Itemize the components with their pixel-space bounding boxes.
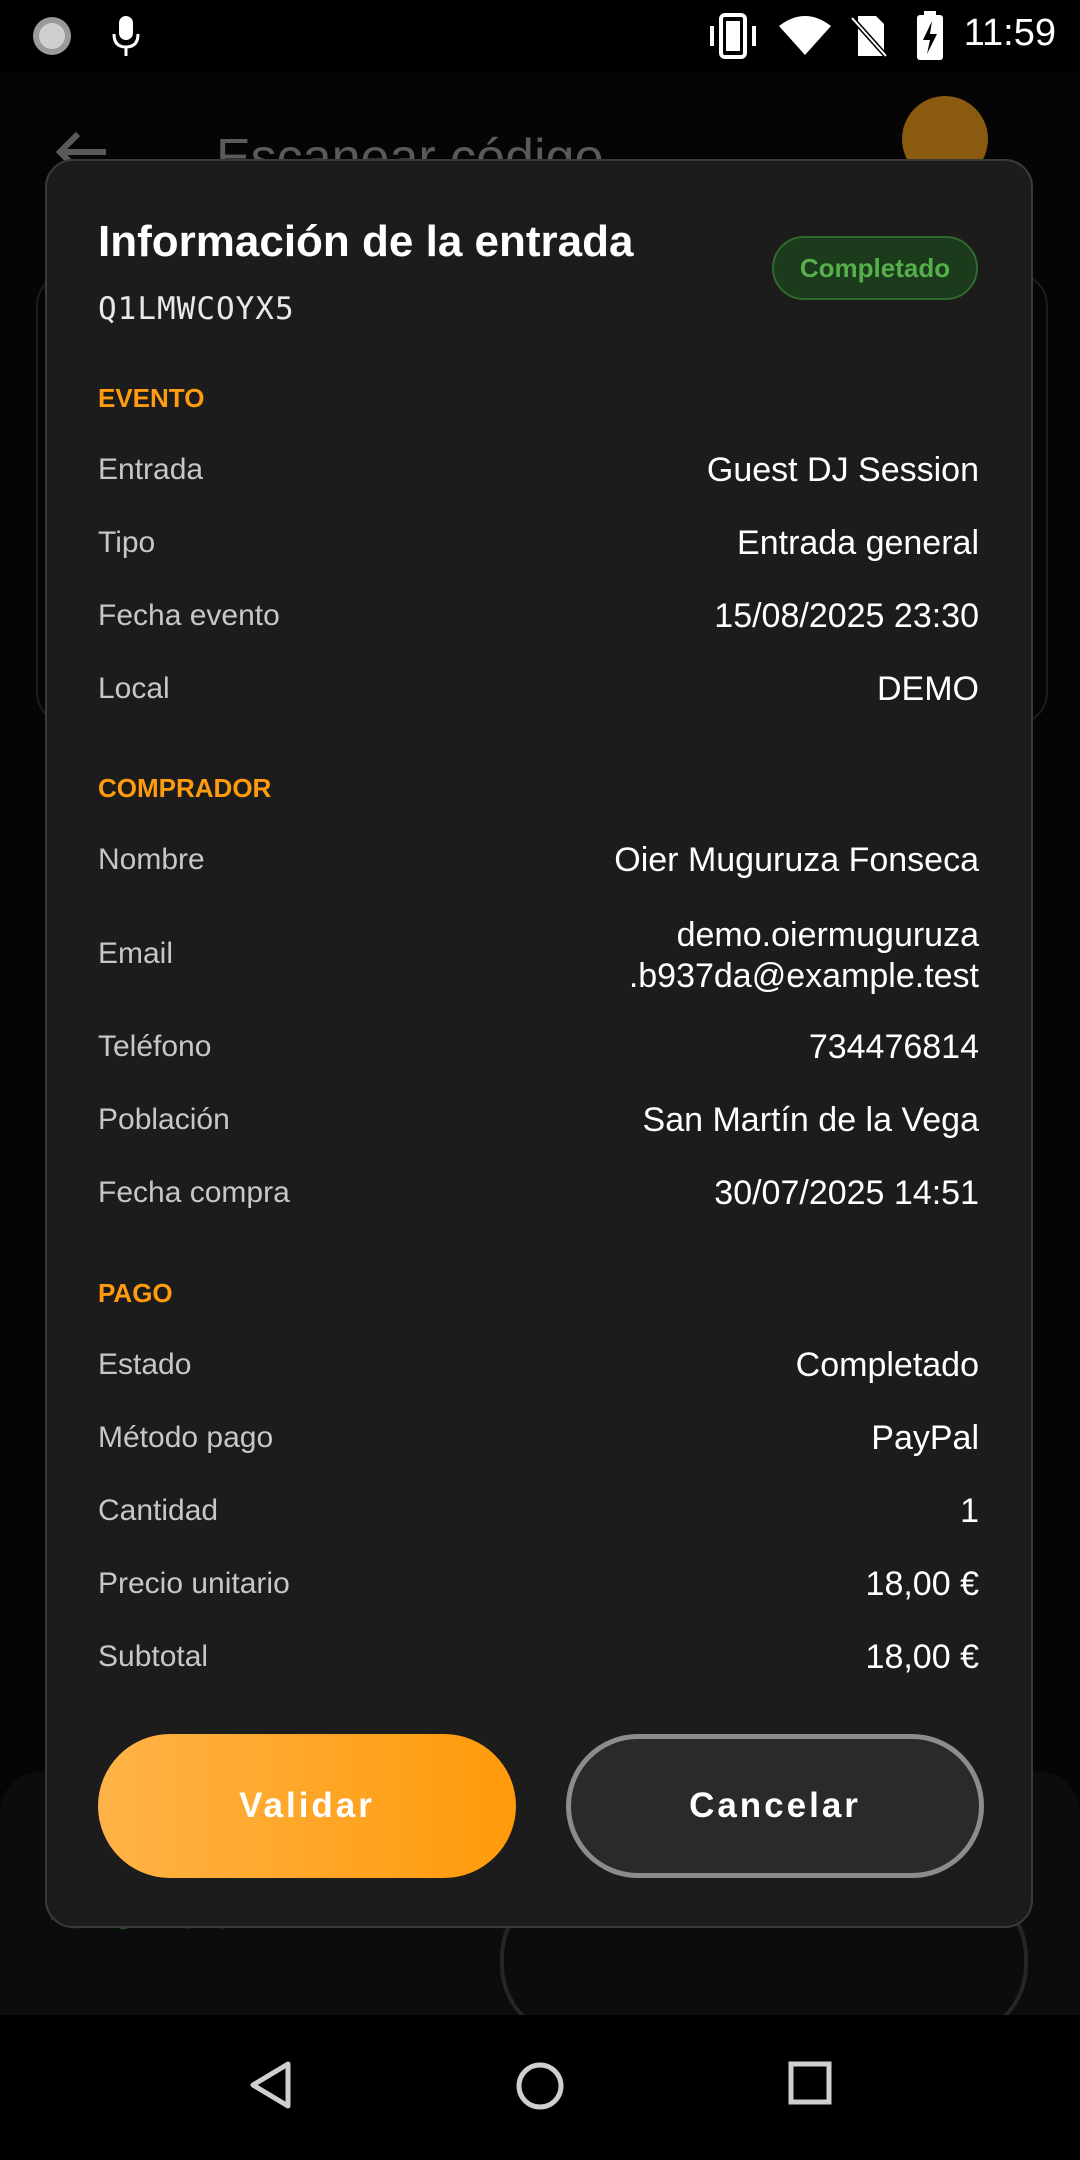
- row-value-tipo: Entrada general: [737, 524, 979, 562]
- back-triangle-icon[interactable]: [248, 2060, 292, 2115]
- battery-charging-icon: [915, 10, 945, 67]
- row-value-estado: Completado: [795, 1346, 979, 1384]
- section-header-pago: PAGO: [98, 1278, 173, 1308]
- status-bar: 11:59: [0, 0, 1080, 72]
- recents-square-icon[interactable]: [787, 2060, 833, 2111]
- row-value-telefono: 734476814: [808, 1028, 979, 1066]
- row-label-email: Email: [98, 937, 174, 970]
- vibrate-icon: [706, 12, 760, 65]
- row-label-precio-unitario: Precio unitario: [98, 1567, 290, 1600]
- microphone-icon: [110, 14, 142, 63]
- email-line-2: .b937da@example.test: [628, 957, 979, 995]
- row-value-nombre: Oier Muguruza Fonseca: [614, 841, 979, 879]
- row-label-cantidad: Cantidad: [98, 1494, 219, 1527]
- status-time: 11:59: [963, 12, 1056, 54]
- email-line-1: demo.oiermuguruza: [676, 916, 979, 954]
- section-header-evento: EVENTO: [98, 383, 205, 413]
- row-label-local: Local: [98, 672, 170, 705]
- row-label-fecha-evento: Fecha evento: [98, 599, 280, 632]
- row-label-tipo: Tipo: [98, 526, 156, 559]
- no-sim-icon: [848, 12, 888, 65]
- row-value-cantidad: 1: [960, 1492, 979, 1530]
- row-value-fecha-evento: 15/08/2025 23:30: [714, 597, 979, 635]
- row-label-telefono: Teléfono: [98, 1030, 212, 1063]
- row-label-nombre: Nombre: [98, 843, 205, 876]
- wifi-icon: [778, 14, 832, 61]
- ticket-info-dialog: Información de la entrada Q1LMWCOYX5 Com…: [45, 159, 1033, 1928]
- ticket-code: Q1LMWCOYX5: [98, 291, 295, 327]
- row-label-fecha-compra: Fecha compra: [98, 1176, 290, 1209]
- row-label-entrada: Entrada: [98, 453, 204, 486]
- row-label-poblacion: Población: [98, 1103, 230, 1136]
- row-value-entrada: Guest DJ Session: [706, 451, 979, 489]
- home-circle-icon[interactable]: [514, 2060, 566, 2117]
- row-label-estado: Estado: [98, 1348, 192, 1381]
- row-value-metodo-pago: PayPal: [871, 1419, 979, 1457]
- row-value-local: DEMO: [877, 670, 979, 708]
- row-value-poblacion: San Martín de la Vega: [642, 1101, 979, 1139]
- section-header-comprador: COMPRADOR: [98, 773, 272, 803]
- cancel-button[interactable]: Cancelar: [566, 1734, 984, 1878]
- navigation-bar: [0, 2015, 1080, 2160]
- loading-icon: [30, 14, 74, 63]
- validate-button[interactable]: Validar: [98, 1734, 516, 1878]
- row-label-subtotal: Subtotal: [98, 1640, 209, 1673]
- dialog-title: Información de la entrada: [98, 217, 634, 266]
- row-value-precio-unitario: 18,00 €: [865, 1565, 979, 1603]
- row-value-fecha-compra: 30/07/2025 14:51: [714, 1174, 979, 1212]
- row-value-email: demo.oiermuguruza .b937da@example.test: [629, 915, 979, 997]
- row-label-metodo-pago: Método pago: [98, 1421, 274, 1454]
- row-value-subtotal: 18,00 €: [865, 1638, 979, 1676]
- status-badge: Completado: [772, 236, 978, 300]
